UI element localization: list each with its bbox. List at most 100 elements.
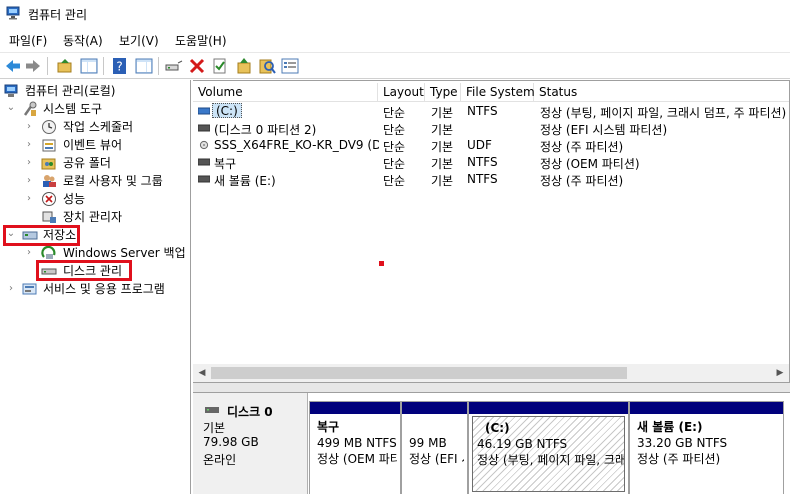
volume-name: SSS_X64FRE_KO-KR_DV9 (D:) xyxy=(214,138,379,152)
partition-size: 46.19 GB NTFS xyxy=(477,437,568,451)
tree-label-event-viewer: 이벤트 뷰어 xyxy=(63,138,123,152)
horizontal-scrollbar[interactable]: ◀ ▶ xyxy=(193,364,789,382)
partition-size: 33.20 GB NTFS xyxy=(637,436,728,450)
tree-node-local-users[interactable]: › 로컬 사용자 및 그룹 xyxy=(0,172,190,190)
expand-chevron-icon[interactable]: › xyxy=(24,190,34,208)
menu-action[interactable]: 동작(A) xyxy=(63,32,103,49)
partition-e[interactable]: 새 볼륨 (E:) 33.20 GB NTFS 정상 (주 파티션) xyxy=(629,401,784,494)
partition-efi[interactable]: 99 MB 정상 (EFI 시스템 파티션) xyxy=(401,401,468,494)
pane-splitter[interactable] xyxy=(193,383,790,392)
partition-title: 복구 xyxy=(317,420,340,434)
tree-node-device-manager[interactable]: 장치 관리자 xyxy=(0,208,190,226)
tree-node-root[interactable]: 컴퓨터 관리(로컬) xyxy=(0,82,190,100)
dvd-drive-icon xyxy=(199,140,209,150)
forward-arrow-icon[interactable] xyxy=(24,57,42,75)
computer-management-icon xyxy=(4,84,18,97)
volume-layout: 단순 xyxy=(383,157,406,171)
tree-label-services-apps: 서비스 및 응용 프로그램 xyxy=(43,282,165,296)
expand-chevron-icon[interactable]: › xyxy=(6,280,16,298)
back-arrow-icon[interactable] xyxy=(4,57,22,75)
scrollbar-thumb[interactable] xyxy=(211,367,627,379)
column-header-file-system[interactable]: File System xyxy=(461,83,535,102)
services-icon xyxy=(22,283,37,295)
show-hide-action-pane-icon[interactable] xyxy=(135,57,153,75)
tree-node-event-viewer[interactable]: › 이벤트 뷰어 xyxy=(0,136,190,154)
toolbar-separator xyxy=(47,57,48,75)
expand-chevron-icon[interactable]: › xyxy=(24,244,34,262)
list-view-icon[interactable] xyxy=(281,57,299,75)
disk-size: 79.98 GB xyxy=(203,435,259,449)
export-icon[interactable] xyxy=(235,57,253,75)
tree-node-system-tools[interactable]: ⌄ 시스템 도구 xyxy=(0,99,190,118)
performance-icon xyxy=(42,192,56,206)
delete-icon[interactable] xyxy=(188,57,206,75)
expand-chevron-icon[interactable]: › xyxy=(24,136,34,154)
expand-chevron-icon[interactable]: › xyxy=(24,154,34,172)
users-icon xyxy=(43,175,56,187)
selected-partition-area: (C:) 46.19 GB NTFS 정상 (부팅, 페이지 파일, 크래시 덤… xyxy=(472,416,625,492)
volume-file-system: NTFS xyxy=(467,155,498,169)
expand-chevron-icon[interactable]: › xyxy=(24,118,34,136)
disk-name: 디스크 0 xyxy=(227,405,273,419)
menu-help[interactable]: 도움말(H) xyxy=(175,32,227,49)
volume-layout: 단순 xyxy=(383,140,406,154)
navigation-tree: 컴퓨터 관리(로컬) ⌄ 시스템 도구 › 작업 스케줄러 › 이벤트 뷰어 ›… xyxy=(0,80,191,494)
scroll-right-arrow-icon[interactable]: ▶ xyxy=(773,367,787,379)
menu-view[interactable]: 보기(V) xyxy=(119,32,159,49)
scroll-left-arrow-icon[interactable]: ◀ xyxy=(195,367,209,379)
tree-node-services-apps[interactable]: › 서비스 및 응용 프로그램 xyxy=(0,280,190,298)
column-header-volume[interactable]: Volume xyxy=(193,83,378,102)
event-viewer-icon xyxy=(42,139,56,152)
tree-node-performance[interactable]: › 성능 xyxy=(0,190,190,208)
volume-row[interactable]: (C:) 단순 기본 NTFS 정상 (부팅, 페이지 파일, 크래시 덤프, … xyxy=(193,103,789,120)
title-bar: 컴퓨터 관리 xyxy=(0,0,790,28)
collapse-chevron-icon[interactable]: ⌄ xyxy=(6,99,16,117)
volume-file-system: NTFS xyxy=(467,104,498,118)
volume-icon xyxy=(198,158,210,166)
partition-status: 정상 (OEM 파티션) xyxy=(317,452,397,466)
volume-name: 복구 xyxy=(214,157,237,171)
partition-bar xyxy=(469,402,628,414)
partition-recovery[interactable]: 복구 499 MB NTFS 정상 (OEM 파티션) xyxy=(309,401,401,494)
system-tools-icon xyxy=(23,101,37,116)
volume-icon xyxy=(198,107,210,115)
toolbar: ? xyxy=(0,52,790,79)
window-title: 컴퓨터 관리 xyxy=(28,8,88,22)
tree-label-system-tools: 시스템 도구 xyxy=(43,102,103,116)
menu-file[interactable]: 파일(F) xyxy=(9,32,47,49)
volume-status: 정상 (EFI 시스템 파티션) xyxy=(540,123,668,137)
properties-icon[interactable] xyxy=(211,57,229,75)
storage-highlight-box xyxy=(3,225,80,246)
disk-state: 온라인 xyxy=(203,453,237,467)
tree-label-root: 컴퓨터 관리(로컬) xyxy=(25,84,116,98)
disk-management-highlight-box xyxy=(36,260,132,281)
volume-row[interactable]: SSS_X64FRE_KO-KR_DV9 (D:) 단순 기본 UDF 정상 (… xyxy=(193,137,789,154)
volume-row[interactable]: 새 볼륨 (E:) 단순 기본 NTFS 정상 (주 파티션) xyxy=(193,171,789,188)
partition-size: 99 MB xyxy=(409,436,447,450)
up-folder-icon[interactable] xyxy=(56,57,74,75)
main-pane: Volume Layout Type File System Status (C… xyxy=(193,80,790,494)
tree-node-task-scheduler[interactable]: › 작업 스케줄러 xyxy=(0,118,190,136)
volume-list: Volume Layout Type File System Status (C… xyxy=(193,80,790,383)
volume-icon xyxy=(198,124,210,132)
volume-layout: 단순 xyxy=(383,123,406,137)
disk-info-panel[interactable]: 디스크 0 기본 79.98 GB 온라인 xyxy=(193,393,308,494)
tree-node-shared-folders[interactable]: › 공유 폴더 xyxy=(0,154,190,172)
volume-row[interactable]: (디스크 0 파티션 2) 단순 기본 정상 (EFI 시스템 파티션) xyxy=(193,120,789,137)
partition-c[interactable]: (C:) 46.19 GB NTFS 정상 (부팅, 페이지 파일, 크래시 덤… xyxy=(468,401,629,494)
column-header-layout[interactable]: Layout xyxy=(378,83,425,102)
volume-file-system: NTFS xyxy=(467,172,498,186)
column-header-status[interactable]: Status xyxy=(534,83,789,102)
partition-status: 정상 (EFI 시스템 파티션) xyxy=(409,452,464,466)
help-icon[interactable]: ? xyxy=(111,57,129,75)
connect-icon[interactable] xyxy=(165,57,183,75)
volume-row[interactable]: 복구 단순 기본 NTFS 정상 (OEM 파티션) xyxy=(193,154,789,171)
volume-list-header: Volume Layout Type File System Status xyxy=(193,83,789,102)
show-hide-tree-icon[interactable] xyxy=(80,57,98,75)
column-header-type[interactable]: Type xyxy=(425,83,461,102)
partition-bar xyxy=(310,402,400,414)
volume-status: 정상 (부팅, 페이지 파일, 크래시 덤프, 주 파티션) xyxy=(540,106,787,120)
find-icon[interactable] xyxy=(258,57,276,75)
expand-chevron-icon[interactable]: › xyxy=(24,172,34,190)
menu-bar: 파일(F) 동작(A) 보기(V) 도움말(H) xyxy=(0,28,790,52)
